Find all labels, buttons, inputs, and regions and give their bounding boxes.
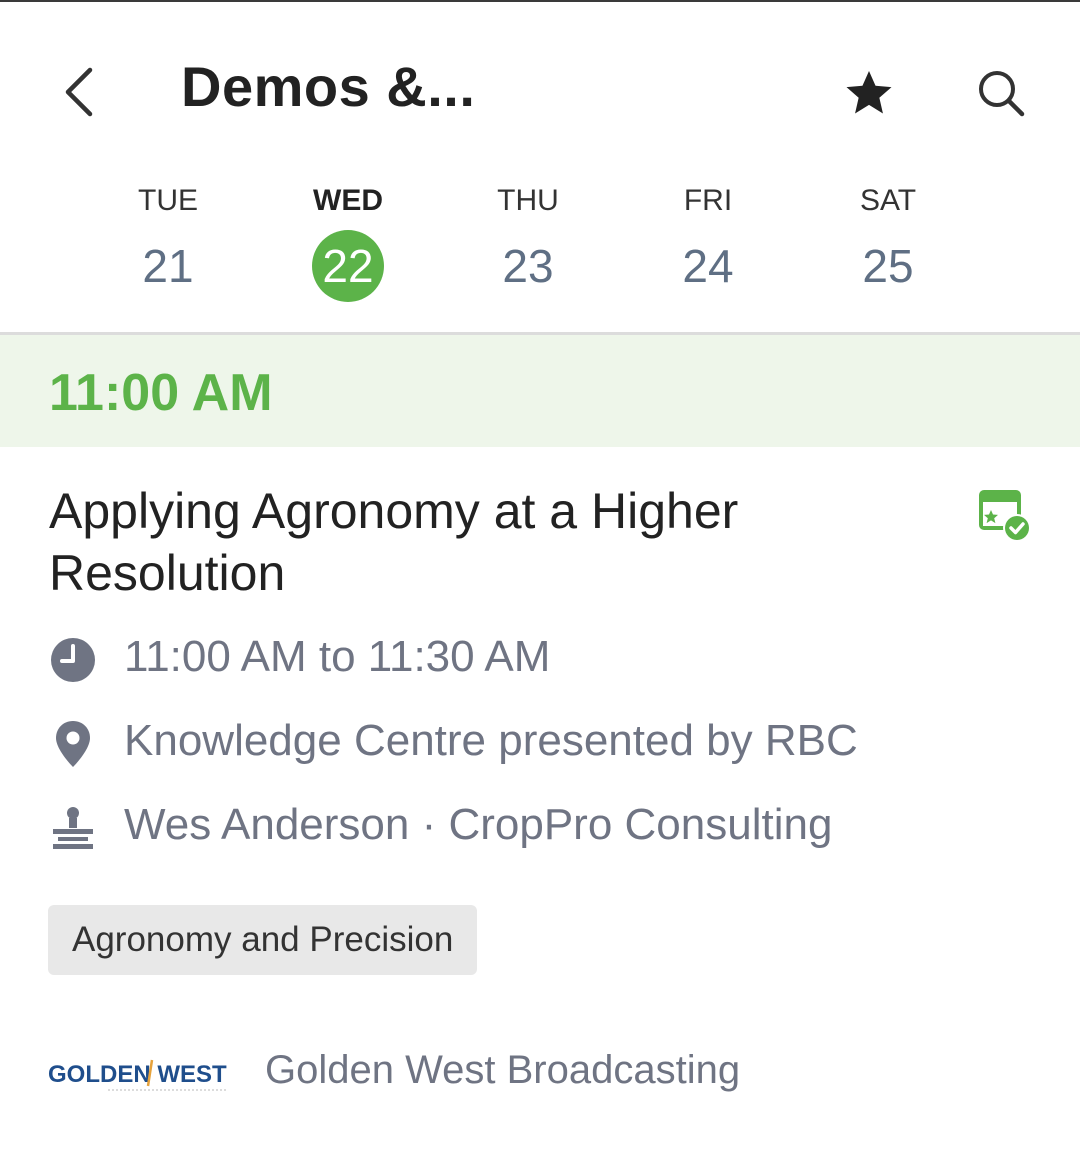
day-sat[interactable]: SAT 25 xyxy=(818,160,958,320)
app-header: Demos &... xyxy=(0,2,1080,152)
session-time-row: 11:00 AM to 11:30 AM xyxy=(49,630,1049,690)
add-to-schedule-button[interactable] xyxy=(975,486,1035,546)
star-icon xyxy=(846,70,892,114)
day-wed[interactable]: WED 22 xyxy=(278,160,418,320)
clock-icon xyxy=(49,636,97,684)
session-speaker: Wes Anderson · CropPro Consulting xyxy=(124,800,833,849)
speaker-podium-icon xyxy=(49,804,97,852)
day-selector: TUE 21 WED 22 THU 23 FRI 24 SAT 25 xyxy=(0,160,1080,332)
day-number: 23 xyxy=(502,240,554,292)
day-name: WED xyxy=(313,184,383,217)
day-tue[interactable]: TUE 21 xyxy=(98,160,238,320)
sponsor-name: Golden West Broadcasting xyxy=(265,1048,741,1092)
svg-text:GOLDEN WEST: GOLDEN WEST xyxy=(48,1061,227,1088)
day-number: 21 xyxy=(142,240,194,292)
search-icon xyxy=(979,71,1025,117)
track-tag[interactable]: Agronomy and Precision xyxy=(48,905,478,975)
calendar-added-icon xyxy=(979,490,1031,542)
time-section-label: 11:00 AM xyxy=(49,364,273,422)
sponsor-row[interactable]: GOLDEN WEST Golden West Broadcasting xyxy=(48,1040,1048,1110)
chevron-left-icon xyxy=(65,67,93,117)
favorite-button[interactable] xyxy=(836,60,902,126)
search-button[interactable] xyxy=(968,60,1034,126)
day-number: 24 xyxy=(682,240,734,292)
session-speaker-row[interactable]: Wes Anderson · CropPro Consulting xyxy=(49,798,1049,858)
time-section-header: 11:00 AM xyxy=(0,335,1080,447)
day-thu[interactable]: THU 23 xyxy=(458,160,598,320)
session-location-row[interactable]: Knowledge Centre presented by RBC xyxy=(49,714,1049,774)
day-name: THU xyxy=(497,184,559,217)
page-title: Demos &... xyxy=(181,55,476,118)
back-button[interactable] xyxy=(52,60,108,124)
day-fri[interactable]: FRI 24 xyxy=(638,160,778,320)
day-number: 25 xyxy=(862,240,914,292)
session-title[interactable]: Applying Agronomy at a Higher Resolution xyxy=(49,480,929,604)
location-pin-icon xyxy=(49,720,97,768)
day-name: FRI xyxy=(683,184,733,217)
day-name: TUE xyxy=(138,184,198,217)
day-name: SAT xyxy=(859,184,917,217)
day-number-selected: 22 xyxy=(312,230,384,302)
sponsor-logo: GOLDEN WEST xyxy=(48,1052,240,1096)
session-location: Knowledge Centre presented by RBC xyxy=(124,716,858,765)
session-time: 11:00 AM to 11:30 AM xyxy=(124,632,551,681)
